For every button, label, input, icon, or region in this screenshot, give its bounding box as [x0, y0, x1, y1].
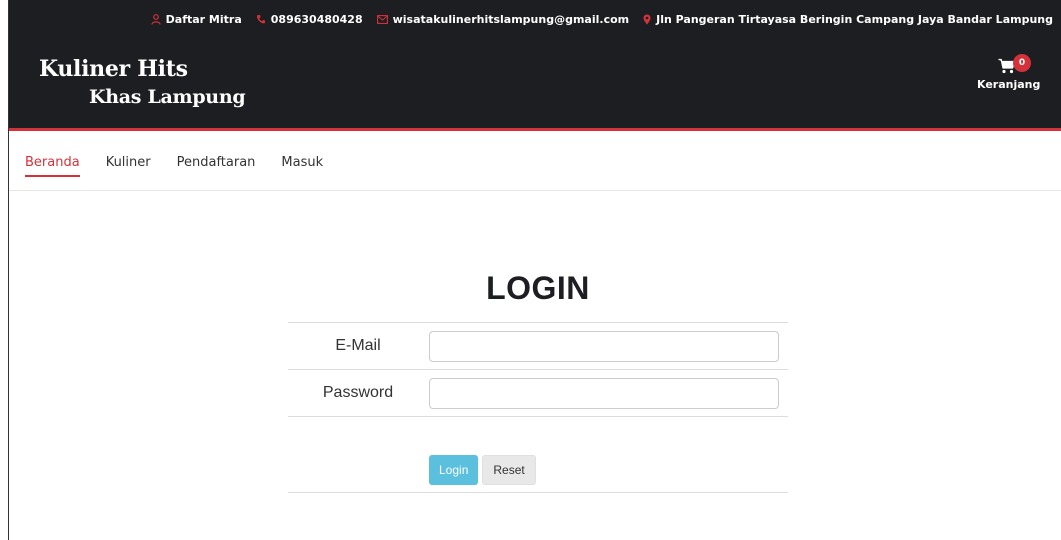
- nav-item-masuk[interactable]: Masuk: [281, 155, 323, 175]
- nav-item-pendaftaran[interactable]: Pendaftaran: [177, 155, 256, 175]
- password-label: Password: [322, 384, 394, 401]
- email-label: E-Mail: [335, 337, 381, 354]
- phone-number: 089630480428: [270, 12, 363, 26]
- email-field[interactable]: [429, 330, 779, 362]
- cart-label: Keranjang: [977, 78, 1041, 91]
- top-bar: Daftar Mitra 089630480428 wisatakulinerh…: [9, 0, 1061, 38]
- envelope-icon: [376, 14, 388, 24]
- login-title: LOGIN: [486, 270, 590, 306]
- brand-title[interactable]: Kuliner Hits: [39, 56, 188, 82]
- reset-button[interactable]: Reset: [482, 455, 536, 485]
- address-text: Jln Pangeran Tirtayasa Beringin Campang …: [656, 12, 1053, 26]
- password-row: Password: [288, 370, 788, 417]
- cart-button[interactable]: 0 Keranjang: [977, 54, 1041, 91]
- login-button[interactable]: Login: [429, 455, 479, 485]
- nav-item-beranda[interactable]: Beranda: [25, 155, 80, 177]
- user-icon: [151, 13, 161, 25]
- brand-subtitle[interactable]: Khas Lampung: [89, 86, 246, 108]
- partner-link[interactable]: Daftar Mitra: [151, 13, 242, 26]
- site-header: Kuliner Hits Khas Lampung 0 Keranjang: [9, 38, 1061, 131]
- form-buttons: Login Reset: [429, 455, 536, 485]
- form-divider: [288, 417, 788, 493]
- phone-info: 089630480428: [256, 13, 363, 26]
- login-form: E-Mail Password: [288, 322, 788, 493]
- email-address: wisatakulinerhitslampung@gmail.com: [392, 12, 630, 26]
- address-info: Jln Pangeran Tirtayasa Beringin Campang …: [643, 13, 1053, 26]
- main-nav: Beranda Kuliner Pendaftaran Masuk: [9, 134, 1061, 191]
- phone-icon: [256, 15, 265, 24]
- map-marker-icon: [643, 14, 651, 24]
- password-field[interactable]: [429, 377, 779, 409]
- partner-label: Daftar Mitra: [165, 12, 242, 26]
- cart-count-badge: 0: [1013, 54, 1031, 72]
- email-info: wisatakulinerhitslampung@gmail.com: [376, 12, 630, 26]
- nav-item-kuliner[interactable]: Kuliner: [106, 155, 151, 175]
- email-row: E-Mail: [288, 323, 788, 370]
